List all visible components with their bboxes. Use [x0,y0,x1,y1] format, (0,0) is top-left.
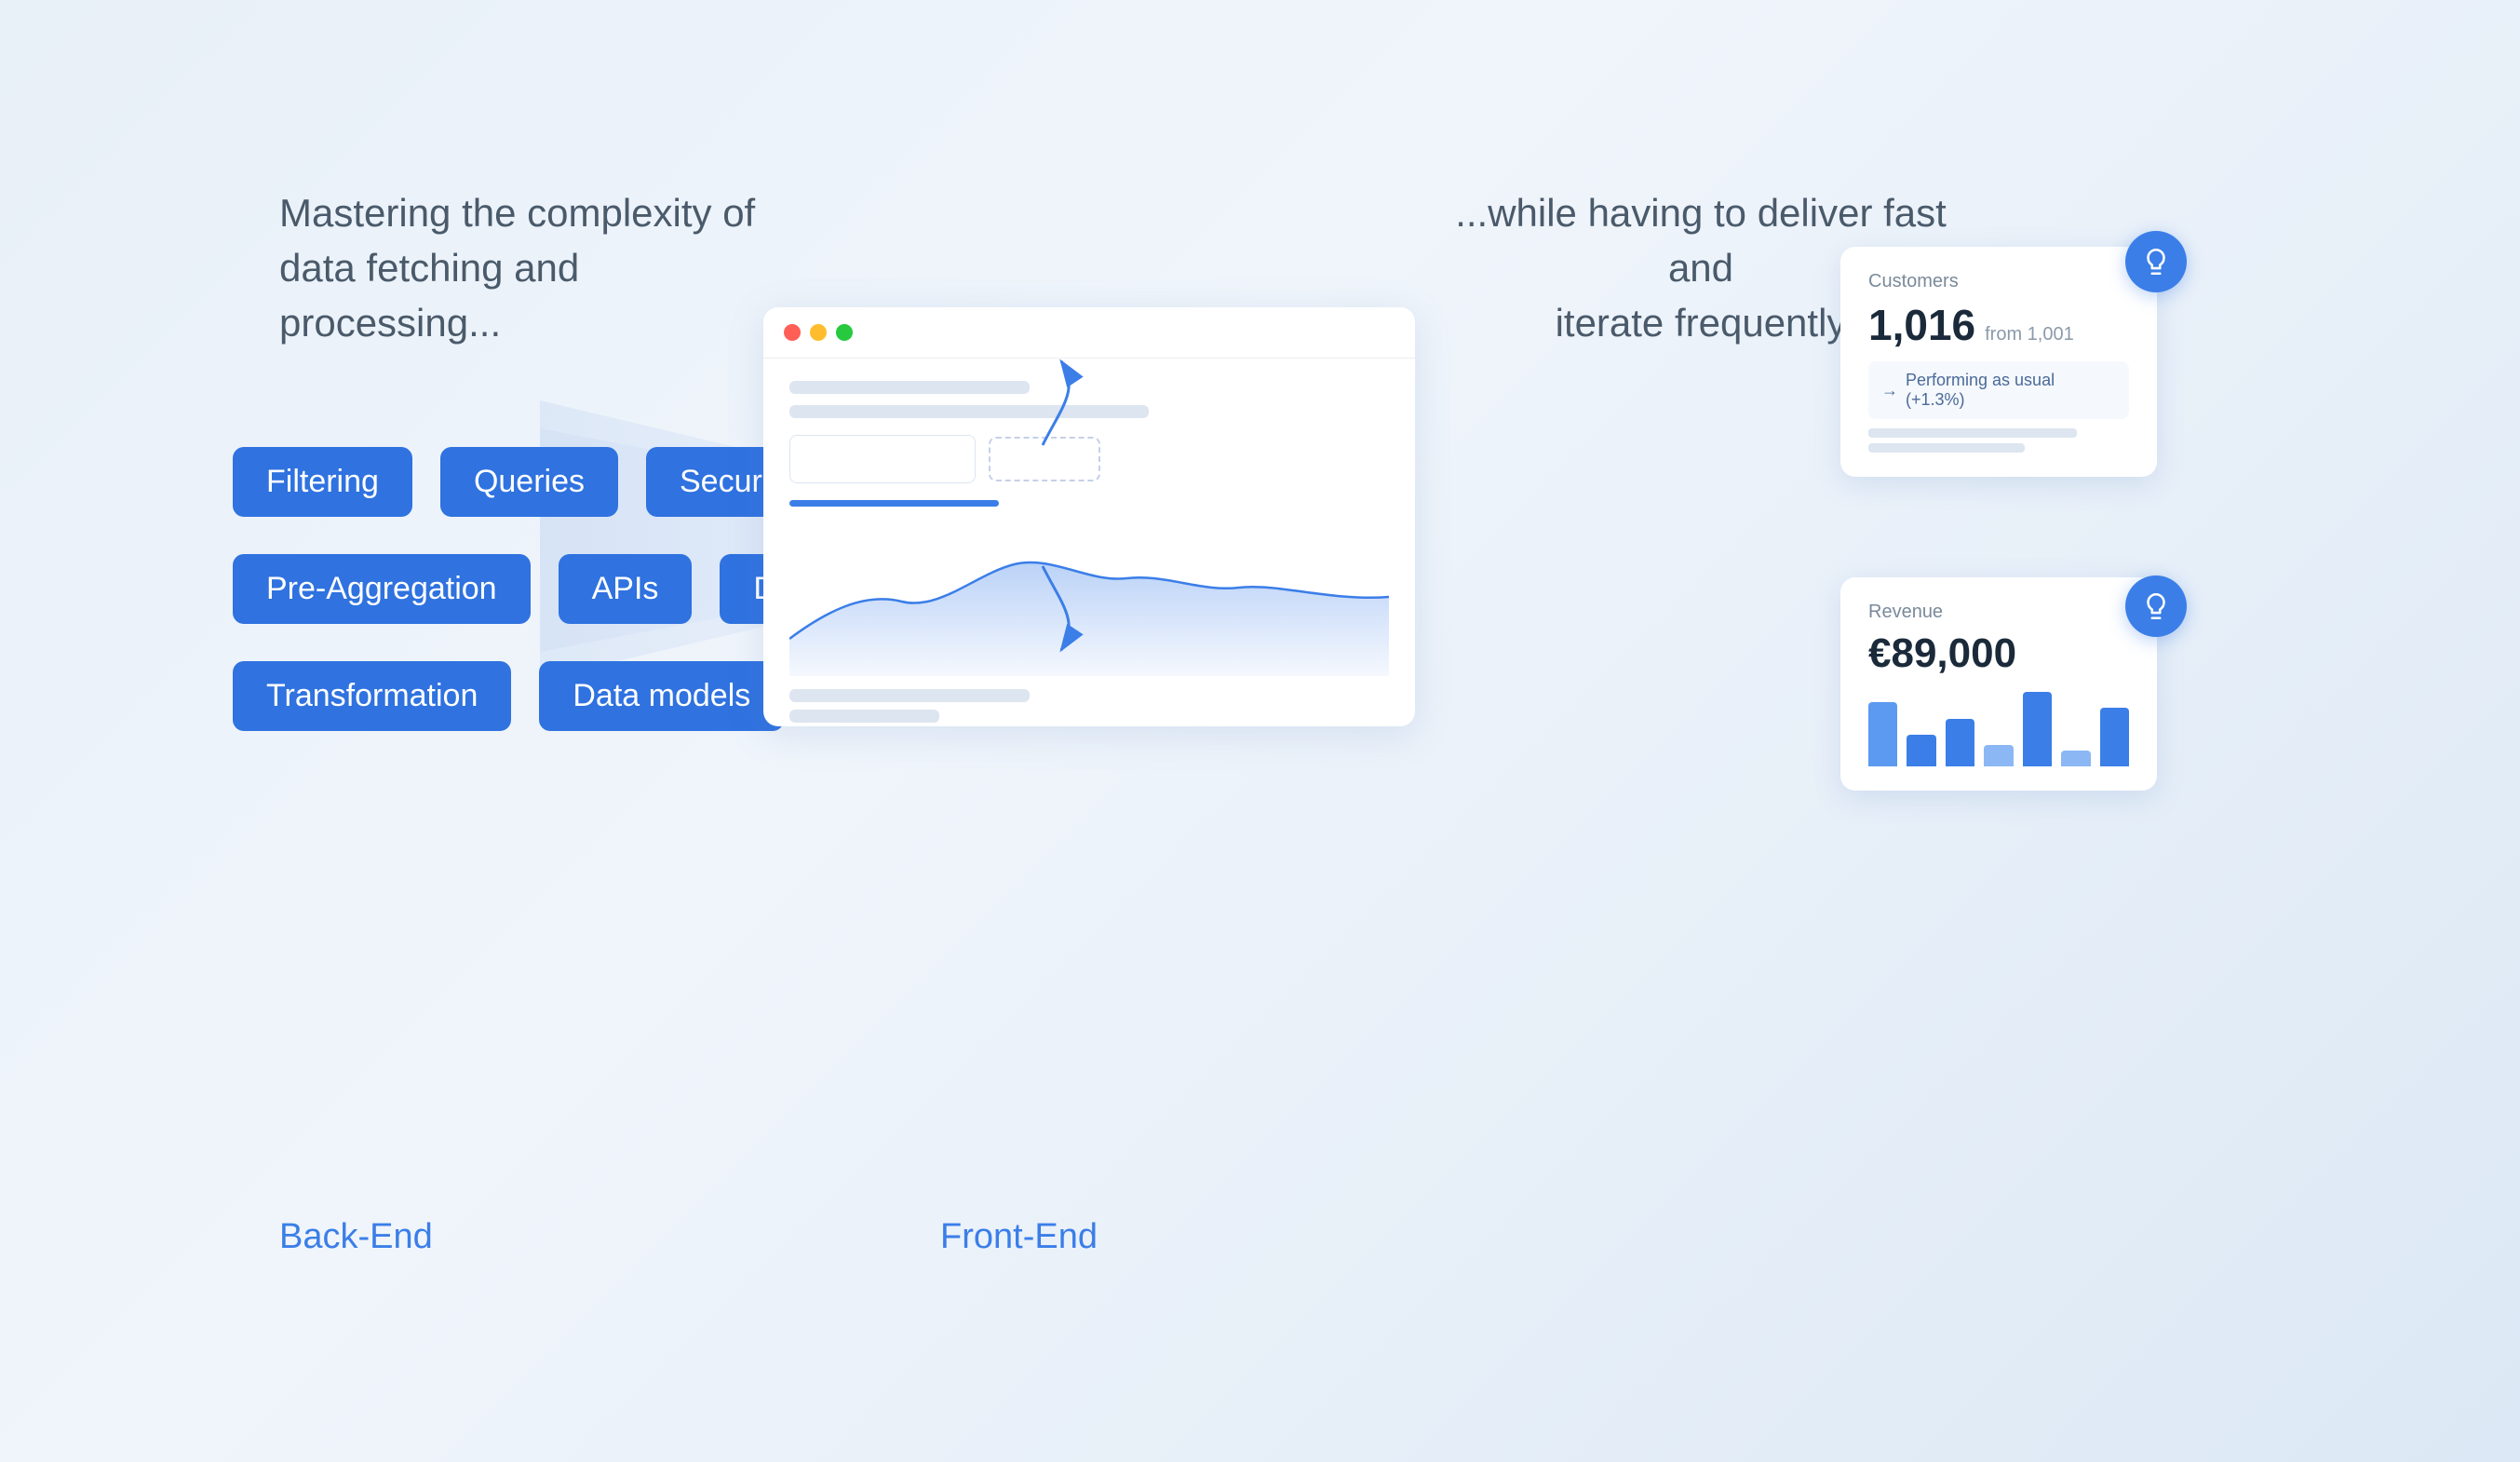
browser-line-blue [789,500,999,507]
left-heading-text: Mastering the complexity of data fetchin… [279,191,755,345]
tag-filtering[interactable]: Filtering [233,447,412,517]
customers-footer-line-2 [1868,443,2025,453]
browser-bottom-line-1 [789,689,1030,702]
left-heading: Mastering the complexity of data fetchin… [279,186,801,350]
bar-item [1907,735,1935,766]
bulb-icon-bottom [2125,575,2187,637]
bar-item [2100,708,2129,766]
tag-transformation[interactable]: Transformation [233,661,511,731]
bar-item [1984,745,2013,766]
tag-pre-aggregation[interactable]: Pre-Aggregation [233,554,531,624]
customers-number: 1,016 [1868,300,1975,350]
bar-item [2023,692,2052,766]
customers-label: Customers [1868,271,2129,292]
revenue-card: Revenue €89,000 [1840,577,2157,791]
customers-value: 1,016 from 1,001 [1868,300,2129,350]
customers-status: → Performing as usual (+1.3%) [1868,361,2129,419]
arrow-bottom [987,557,1098,669]
dot-yellow [810,324,827,341]
customers-footer-line-1 [1868,428,2077,438]
tag-data-models[interactable]: Data models [539,661,784,731]
tag-queries[interactable]: Queries [440,447,618,517]
arrow-right-icon: → [1881,381,1898,400]
dot-red [784,324,801,341]
bar-chart [1868,692,2129,766]
browser-input-field[interactable]: 119 [789,435,976,483]
backend-label: Back-End [279,1217,433,1257]
browser-bottom-line-2 [789,710,939,723]
bulb-icon-top [2125,231,2187,292]
frontend-label: Front-End [940,1217,1098,1257]
customers-sub: from 1,001 [1985,324,2074,345]
dot-green [836,324,853,341]
arrow-top [987,352,1098,464]
bar-item [1946,719,1974,766]
bar-item [2061,751,2090,766]
page-container: Mastering the complexity of data fetchin… [0,0,2520,1462]
revenue-value: €89,000 [1868,630,2129,677]
customers-card: Customers 1,016 from 1,001 → Performing … [1840,247,2157,477]
browser-titlebar [763,307,1415,359]
tag-apis[interactable]: APIs [559,554,693,624]
bar-item [1868,702,1897,766]
revenue-label: Revenue [1868,602,2129,623]
customers-status-text: Performing as usual (+1.3%) [1906,371,2116,410]
browser-bottom-lines [789,689,1389,723]
